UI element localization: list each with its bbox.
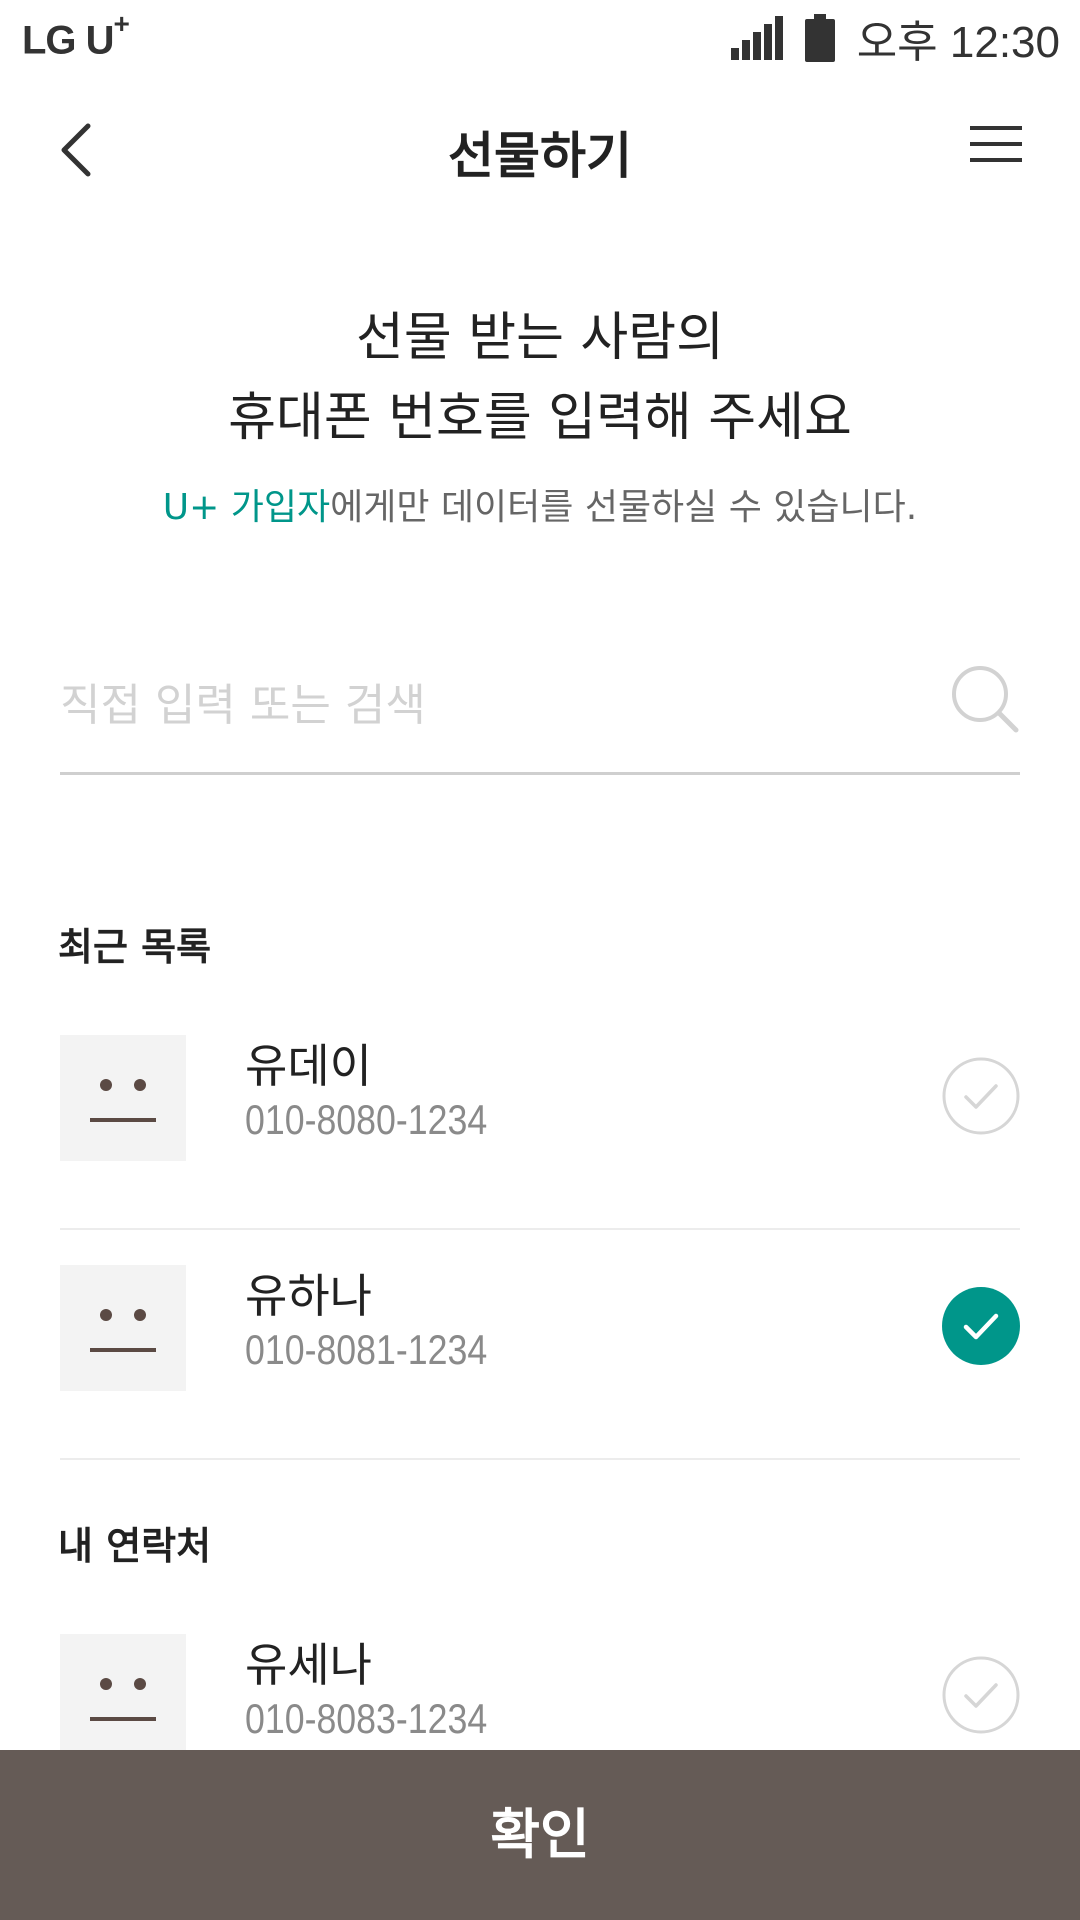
search-field [60,650,1020,775]
search-input[interactable] [60,660,920,750]
recent-section-title: 최근 목록 [58,925,212,969]
instruction-line-1: 선물 받는 사람의 [356,308,724,368]
confirm-button[interactable]: 확인 [0,1750,1080,1920]
search-icon[interactable] [950,660,1020,740]
hamburger-icon[interactable] [970,126,1022,170]
page-title: 선물하기 [448,127,632,185]
carrier-label: LG U+ [22,8,130,63]
check-selected-icon[interactable] [942,1287,1020,1365]
contacts-section-title: 내 연락처 [58,1524,212,1568]
contact-name: 유하나 [245,1269,372,1323]
row-divider [60,1458,1020,1460]
app-header: 선물하기 [0,90,1080,210]
instruction-line-2: 휴대폰 번호를 입력해 주세요 [228,388,852,448]
status-indicators: 오후 12:30 [730,10,1060,67]
contact-phone: 010-8080-1234 [245,1096,488,1143]
avatar [60,1265,186,1391]
check-circle-icon[interactable] [942,1656,1020,1734]
status-bar: LG U+ 오후 12:30 [0,0,1080,78]
avatar [60,1035,186,1161]
contact-name: 유데이 [245,1039,372,1093]
contact-phone: 010-8081-1234 [245,1326,488,1373]
instruction-subtext: U+ 가입자에게만 데이터를 선물하실 수 있습니다. [0,478,1080,530]
check-circle-icon[interactable] [942,1057,1020,1135]
status-time: 오후 12:30 [856,18,1060,67]
contact-name: 유세나 [245,1638,372,1692]
avatar [60,1634,186,1760]
contact-phone: 010-8083-1234 [245,1695,488,1742]
subtext-rest: 에게만 데이터를 선물하실 수 있습니다. [330,487,918,528]
signal-icon [730,16,783,60]
contact-row[interactable]: 유데이 010-8080-1234 [60,1000,1020,1230]
battery-icon [804,14,835,62]
contact-row[interactable]: 유하나 010-8081-1234 [60,1230,1020,1460]
subscriber-highlight: U+ 가입자 [162,487,331,528]
instruction-heading: 선물 받는 사람의 휴대폰 번호를 입력해 주세요 [0,298,1080,458]
